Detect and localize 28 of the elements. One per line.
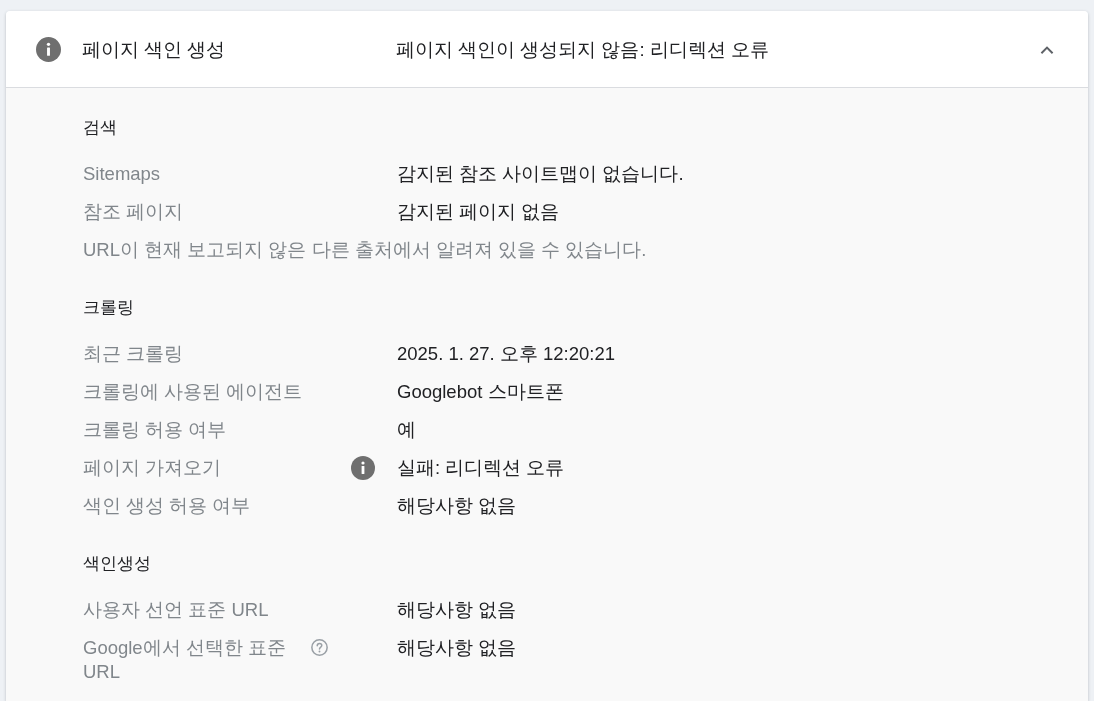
field-label: Sitemaps — [83, 162, 161, 186]
info-icon[interactable] — [351, 456, 375, 480]
field-value: 2025. 1. 27. 오후 12:20:21 — [397, 342, 615, 366]
field-label: 최근 크롤링 — [83, 342, 184, 366]
field-label: 크롤링 허용 여부 — [83, 418, 227, 442]
panel-title: 페이지 색인 생성 — [82, 37, 227, 62]
field-label: 색인 생성 허용 여부 — [83, 494, 251, 518]
field-label: 사용자 선언 표준 URL — [83, 598, 269, 622]
section-heading: 크롤링 — [83, 297, 135, 318]
section-heading: 검색 — [83, 117, 118, 138]
field-label: 페이지 가져오기 — [83, 456, 222, 480]
section-heading: 색인생성 — [83, 553, 152, 574]
field-label: Google에서 선택한 표준 URL — [83, 636, 287, 684]
field-value: 실패: 리디렉션 오류 — [397, 456, 565, 480]
field-label: 크롤링에 사용된 에이전트 — [83, 380, 303, 404]
field-value: 감지된 참조 사이트맵이 없습니다. — [397, 162, 684, 186]
field-label: 참조 페이지 — [83, 200, 184, 224]
panel-header[interactable]: 페이지 색인 생성 페이지 색인이 생성되지 않음: 리디렉션 오류 — [6, 11, 1088, 88]
note-text: URL이 현재 보고되지 않은 다른 출처에서 알려져 있을 수 있습니다. — [83, 238, 648, 262]
field-value: 예 — [397, 418, 416, 442]
field-value: 해당사항 없음 — [397, 494, 517, 518]
info-icon — [36, 36, 61, 62]
field-value: 해당사항 없음 — [397, 598, 517, 622]
field-value: 감지된 페이지 없음 — [397, 200, 560, 224]
chevron-up-icon — [1040, 44, 1054, 54]
status-text: 페이지 색인이 생성되지 않음: 리디렉션 오류 — [396, 37, 770, 62]
field-value: Googlebot 스마트폰 — [397, 380, 564, 404]
field-value: 해당사항 없음 — [397, 636, 517, 660]
